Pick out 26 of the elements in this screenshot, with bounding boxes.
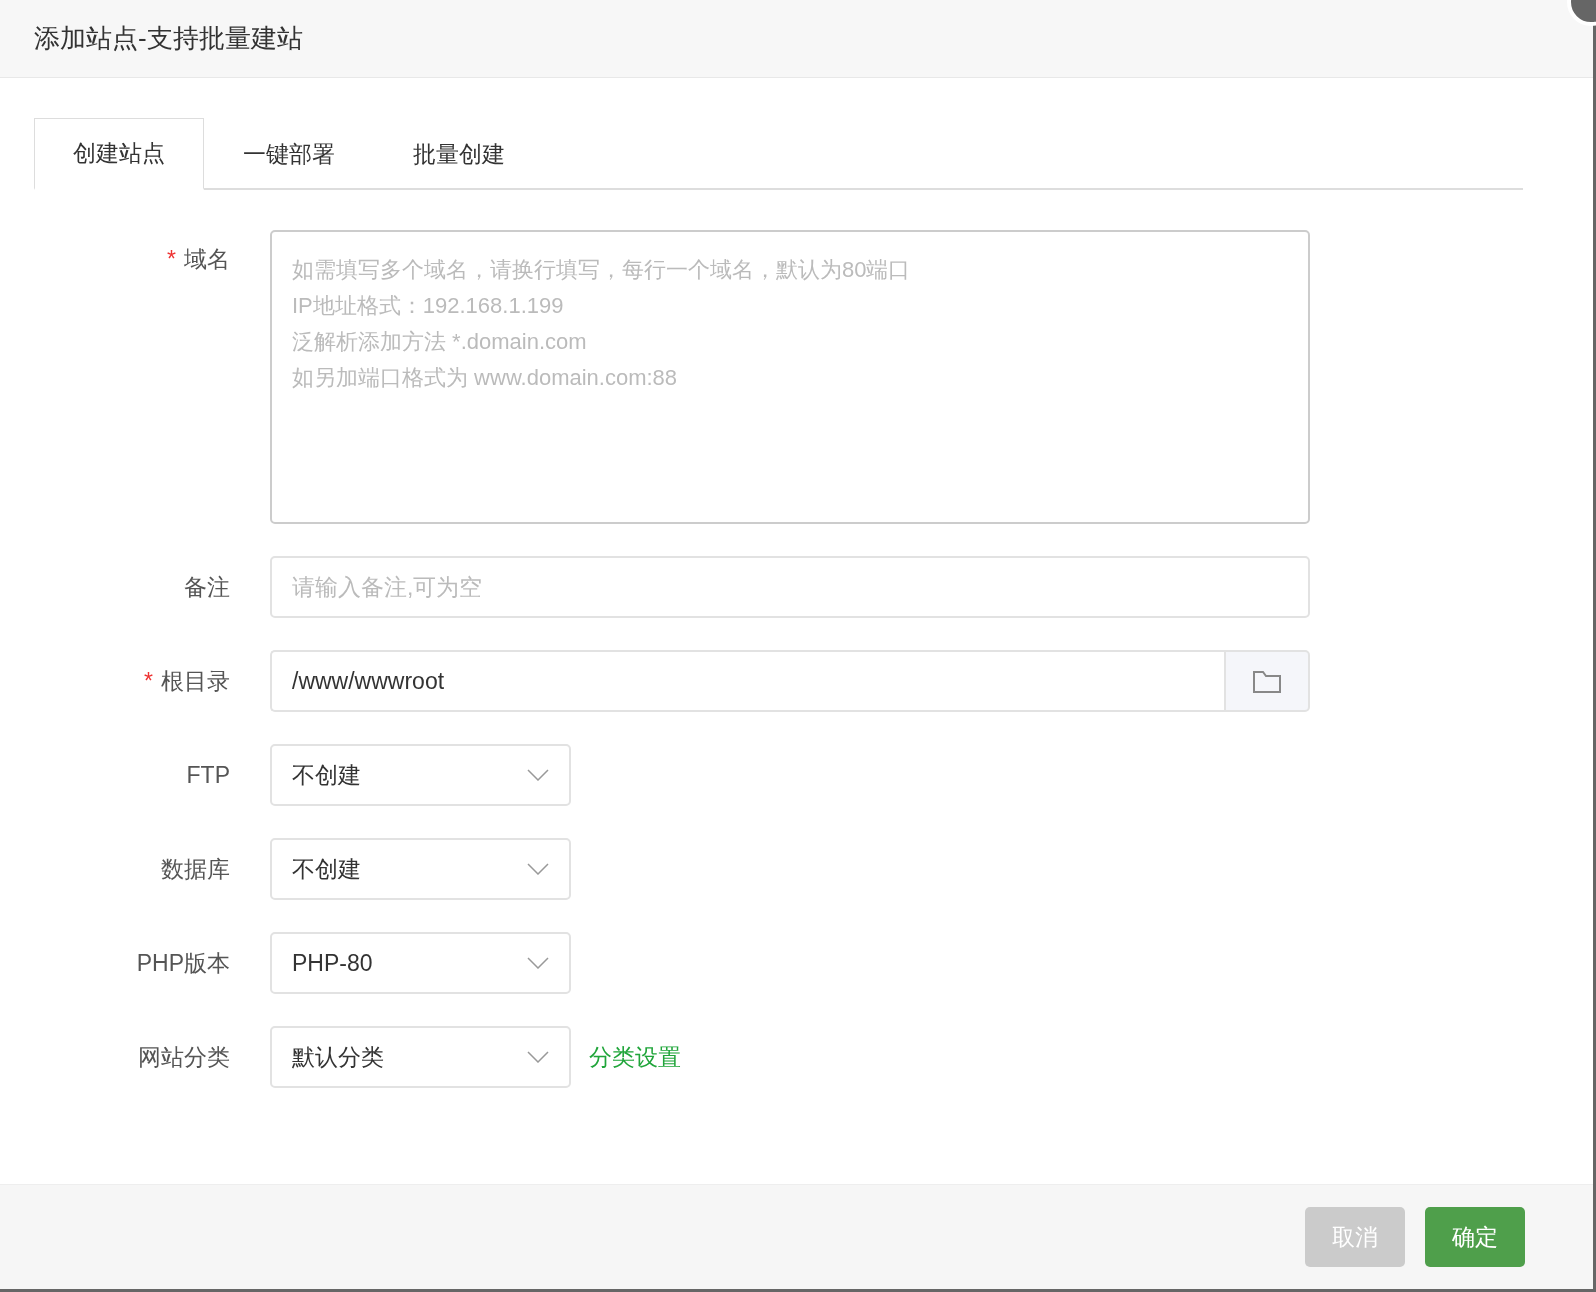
path-field[interactable]: /www/wwwroot xyxy=(270,650,1224,712)
field-label: FTP xyxy=(186,761,230,790)
required-asterisk: * xyxy=(167,248,176,271)
tab[interactable]: 批量创建 xyxy=(374,118,544,190)
domain-textarea[interactable]: 如需填写多个域名，请换行填写，每行一个域名，默认为80端口 IP地址格式：192.168.1.199 泛解析添加方法 *.domain.com 如另加端口格式为 www.domain.com:88 xyxy=(270,230,1310,524)
chevron-down-icon xyxy=(527,957,549,969)
required-asterisk: * xyxy=(144,667,153,696)
select-dropdown[interactable]: 不创建 xyxy=(270,838,571,900)
window-title: 添加站点-支持批量建站 xyxy=(34,22,303,55)
select-dropdown[interactable]: 默认分类 xyxy=(270,1026,571,1088)
input-field[interactable]: 请输入备注,可为空 xyxy=(270,556,1310,618)
chevron-down-icon xyxy=(527,769,549,781)
field-label: 备注 xyxy=(184,573,230,602)
field-label: 域名 xyxy=(184,248,230,271)
field-label: 根目录 xyxy=(161,667,230,696)
chevron-down-icon xyxy=(527,1051,549,1063)
folder-icon xyxy=(1253,669,1281,693)
tab[interactable]: 一键部署 xyxy=(204,118,374,190)
select-dropdown[interactable]: 不创建 xyxy=(270,744,571,806)
field-label: PHP版本 xyxy=(136,949,230,978)
tab[interactable]: 创建站点 xyxy=(34,118,204,190)
chevron-down-icon xyxy=(527,863,549,875)
field-label: 网站分类 xyxy=(138,1043,230,1072)
field-label: 数据库 xyxy=(161,855,230,884)
browse-button[interactable] xyxy=(1224,650,1310,712)
select-dropdown[interactable]: PHP-80 xyxy=(270,932,571,994)
